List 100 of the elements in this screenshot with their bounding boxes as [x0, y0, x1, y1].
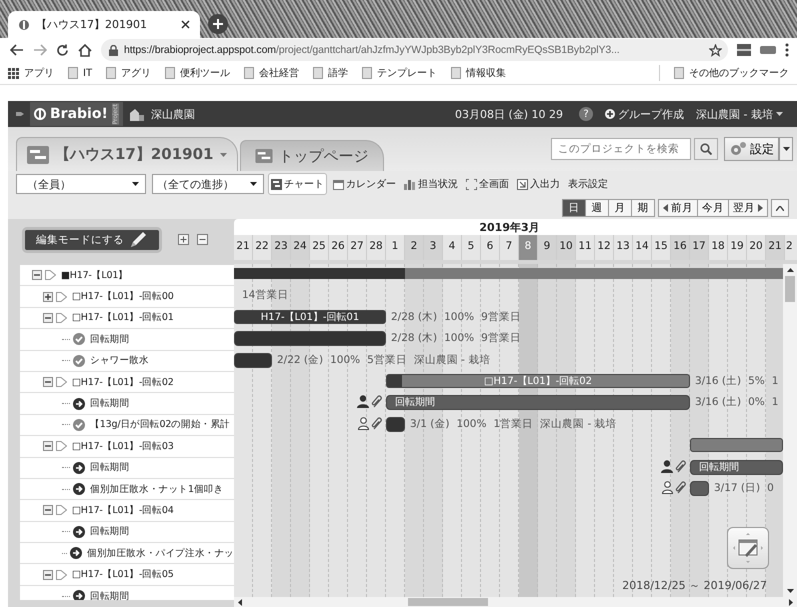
bookmark[interactable]: テンプレート: [362, 66, 438, 80]
view-tab[interactable]: 表示設定: [566, 174, 610, 194]
project-tab[interactable]: 【ハウス17】201901: [16, 137, 238, 171]
task-name[interactable]: 回転期間: [90, 590, 130, 600]
view-tab[interactable]: 担当状況: [402, 174, 460, 194]
day-header: 22: [253, 235, 272, 260]
day-header: 9: [538, 235, 557, 260]
day-header: 7: [500, 235, 519, 260]
search-field[interactable]: このプロジェクトを検索: [551, 138, 691, 160]
day-header: 13: [614, 235, 633, 260]
bar-note: 2/28 (木): [391, 331, 438, 346]
bar-note: 1: [772, 395, 778, 410]
bar-note: 14営業日: [242, 288, 288, 304]
help-button[interactable]: ?: [579, 107, 594, 121]
bar-note: 100%: [456, 416, 486, 432]
summary-bar[interactable]: □H17-【L01】-回転02: [386, 374, 690, 388]
day-header: 27: [348, 235, 367, 260]
bar-note: 100%: [444, 331, 474, 346]
day-header: 14: [633, 235, 652, 260]
edit-mode-button[interactable]: 編集モードにする: [22, 226, 162, 252]
bar-note: 0%: [748, 395, 765, 410]
bar-note: 2/22 (金): [277, 352, 324, 368]
task-name[interactable]: ■H17-【L01】: [61, 268, 128, 282]
bookmark[interactable]: 便利ツール: [165, 66, 230, 80]
tab-title: 【ハウス17】201901: [36, 17, 148, 32]
scale-button[interactable]: 期: [631, 199, 655, 217]
organization-name[interactable]: 深山農園: [150, 106, 195, 122]
task-name[interactable]: 回転期間: [90, 397, 130, 410]
bar-note: 3/16 (土): [695, 374, 742, 389]
browser-tab[interactable]: 【ハウス17】201901: [8, 11, 200, 38]
user-menu[interactable]: 深山農園 - 栽培: [696, 106, 783, 122]
day-header: 11: [576, 235, 595, 260]
task-name[interactable]: □H17-【L01】-回転03: [72, 440, 174, 453]
bar-note: 5%: [748, 374, 765, 389]
day-header: 23: [272, 235, 291, 260]
date-time: 03月08日 (金) 10 29: [454, 106, 564, 122]
filter-dropdown[interactable]: （全員）: [16, 174, 146, 194]
bar-note: 5営業日: [367, 352, 407, 368]
address-bar[interactable]: https://brabioproject.appspot.com/project/ganttchart/ahJzfmJyYWJpb3Byb2plY3RocmRyEQsSB1Byb2plY3...: [101, 39, 728, 61]
day-header: 8: [519, 235, 538, 260]
bookmark[interactable]: 語学: [313, 66, 348, 80]
task-name[interactable]: 【13g/日が回転02の開始・累計: [90, 418, 230, 432]
view-tab[interactable]: 入出力: [515, 174, 562, 194]
scale-button[interactable]: 日: [562, 199, 586, 217]
day-header: 6: [481, 235, 500, 260]
day-header: 18: [709, 235, 728, 260]
bookmark[interactable]: その他のブックマーク: [674, 66, 789, 80]
bookmark[interactable]: IT: [68, 67, 92, 79]
day-header: 26: [329, 235, 348, 260]
filter-dropdown[interactable]: （全ての進捗）: [152, 174, 264, 194]
bookmark[interactable]: 情報収集: [451, 66, 506, 80]
task-name[interactable]: 回転期間: [90, 525, 130, 538]
task-name[interactable]: □H17-【L01】-回転01: [72, 311, 174, 324]
day-header: 12: [595, 235, 614, 260]
day-header: 15: [652, 235, 671, 260]
task-name[interactable]: □H17-【L01】-回転02: [72, 376, 174, 389]
bar-note: 100%: [444, 310, 474, 325]
bar-note: 深山農園 - 栽培: [540, 416, 617, 432]
create-group-link[interactable]: グループ作成: [605, 106, 684, 122]
day-header: 1: [386, 235, 405, 260]
task-name[interactable]: □H17-【L01】-回転04: [72, 504, 174, 517]
logo-text: Brabio!: [50, 106, 108, 122]
task-name[interactable]: 個別加圧散水・パイプ注水・ナッ: [86, 546, 234, 560]
summary-bar[interactable]: H17-【L01】-回転01: [234, 310, 386, 324]
settings-button[interactable]: 設定: [724, 137, 779, 161]
bar-note: 1営業日: [493, 416, 534, 432]
period-button[interactable]: 今月: [697, 199, 729, 217]
bar-note: 3/1 (金): [410, 416, 450, 432]
scale-button[interactable]: 月: [608, 199, 632, 217]
bar-note: 0: [767, 480, 774, 496]
period-button[interactable]: 前月: [658, 199, 698, 217]
task-name[interactable]: □H17-【L01】-回転00: [72, 290, 174, 304]
bookmark[interactable]: アグリ: [106, 66, 152, 80]
scale-button[interactable]: 週: [585, 199, 609, 217]
bar-note: 100%: [330, 352, 360, 368]
bar-note: 2/28 (木): [391, 310, 438, 325]
day-header: 20: [747, 235, 766, 260]
day-header: 21: [234, 235, 253, 260]
day-header: 19: [728, 235, 747, 260]
bookmark[interactable]: 会社経営: [244, 66, 300, 80]
bookmark[interactable]: アプリ: [8, 66, 54, 80]
day-header: 16: [671, 235, 690, 260]
bar-note: 9営業日: [481, 310, 521, 325]
task-name[interactable]: 回転期間: [90, 332, 130, 346]
task-name[interactable]: 回転期間: [90, 461, 130, 474]
view-tab[interactable]: チャート: [268, 173, 327, 195]
task-name[interactable]: シャワー散水: [90, 354, 149, 368]
project-tab[interactable]: トップページ: [240, 140, 384, 171]
day-header: 24: [291, 235, 310, 260]
period-button[interactable]: 翌月: [728, 199, 768, 217]
day-header: 2: [785, 235, 797, 260]
task-bar[interactable]: 回転期間: [690, 460, 783, 475]
date-range: 2018/12/25 ～ 2019/06/27: [622, 578, 767, 593]
day-header: 4: [443, 235, 462, 260]
view-tab[interactable]: カレンダー: [331, 174, 398, 194]
task-name[interactable]: □H17-【L01】-回転05: [72, 568, 174, 582]
task-name[interactable]: 個別加圧散水・ナット1個叩き: [90, 482, 224, 496]
task-bar[interactable]: 回転期間: [386, 395, 690, 410]
view-tab[interactable]: 全画面: [464, 174, 511, 194]
day-header: 17: [690, 235, 709, 260]
